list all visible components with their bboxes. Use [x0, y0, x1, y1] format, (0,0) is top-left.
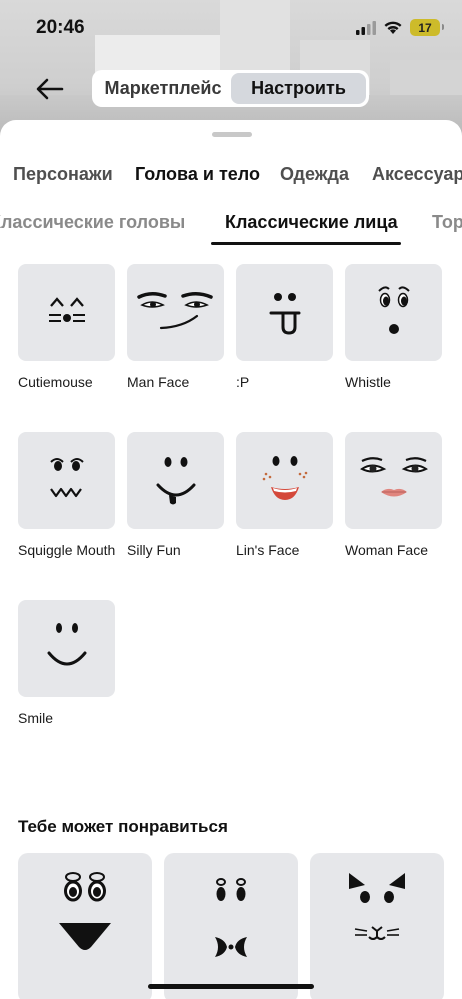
tongue-face-icon	[269, 292, 300, 335]
face-thumbnail	[345, 432, 442, 529]
silly-fun-face-icon	[156, 456, 195, 504]
face-item-silly-fun[interactable]: Silly Fun	[127, 432, 224, 559]
face-item-label: Squiggle Mouth	[18, 542, 116, 558]
face-item-lins-face[interactable]: Lin's Face	[236, 432, 333, 559]
face-item-tongue[interactable]: :P	[236, 264, 333, 391]
face-item-label: Silly Fun	[127, 542, 181, 558]
face-item-label: Cutiemouse	[18, 374, 93, 390]
face-item-label: Lin's Face	[236, 542, 300, 558]
subtab-torsos[interactable]: Торсы	[432, 212, 462, 233]
squiggle-mouth-face-icon	[49, 457, 84, 497]
subtab-classic-faces[interactable]: Классические лица	[225, 212, 398, 233]
sheet-grabber[interactable]	[212, 132, 252, 137]
face-item-label: Woman Face	[345, 542, 428, 558]
cutiemouse-face-icon	[48, 296, 85, 322]
battery-indicator: 17	[410, 19, 444, 36]
arrow-left-icon	[36, 78, 64, 100]
face-thumbnail	[18, 600, 115, 697]
face-item-cutiemouse[interactable]: Cutiemouse	[18, 264, 115, 391]
face-item-label: Smile	[18, 710, 54, 726]
tab-clothing[interactable]: Одежда	[280, 164, 349, 185]
cat-face-icon	[349, 873, 405, 940]
man-face-icon	[136, 291, 213, 329]
face-thumbnail	[127, 264, 224, 361]
category-tabs: Персонажи Голова и тело Одежда Аксессуар…	[0, 164, 462, 192]
face-thumbnail	[18, 432, 115, 529]
face-item-man-face[interactable]: Man Face	[127, 264, 224, 391]
tab-head-and-body[interactable]: Голова и тело	[135, 164, 260, 185]
face-item-label: Man Face	[127, 374, 190, 390]
recommended-section-title: Тебе может понравиться	[18, 817, 228, 836]
bow-face-icon	[215, 878, 247, 957]
status-bar: 20:46 17	[0, 0, 462, 56]
recommended-item-2[interactable]	[164, 853, 298, 999]
back-button[interactable]	[30, 72, 70, 106]
customize-sheet: Персонажи Голова и тело Одежда Аксессуар…	[0, 120, 462, 999]
tab-marketplace[interactable]: Маркетплейс	[95, 73, 231, 104]
active-tab-underline	[211, 242, 401, 245]
face-thumbnail	[236, 432, 333, 529]
status-time: 20:46	[36, 17, 85, 38]
subcategory-tabs: Классические головы Классические лица То…	[0, 212, 462, 246]
tab-accessories[interactable]: Аксессуары	[372, 164, 462, 185]
face-item-smile[interactable]: Smile	[18, 600, 115, 727]
woman-face-icon	[359, 456, 428, 496]
signal-icon	[356, 20, 376, 35]
face-thumbnail	[236, 264, 333, 361]
happy-face-icon	[59, 872, 111, 950]
subtab-classic-heads[interactable]: Классические головы	[0, 212, 185, 233]
face-thumbnail	[127, 432, 224, 529]
tab-characters[interactable]: Персонажи	[13, 164, 113, 185]
status-icons: 17	[356, 19, 444, 36]
face-item-whistle[interactable]: Whistle	[345, 264, 442, 391]
face-item-label: :P	[236, 374, 250, 390]
home-indicator[interactable]	[148, 984, 314, 989]
mode-switch: Маркетплейс Настроить	[92, 70, 369, 107]
battery-level: 17	[418, 20, 432, 35]
face-thumbnail	[345, 264, 442, 361]
face-item-woman-face[interactable]: Woman Face	[345, 432, 442, 559]
recommended-item-1[interactable]	[18, 853, 152, 999]
recommended-item-3[interactable]	[310, 853, 444, 999]
face-item-squiggle-mouth[interactable]: Squiggle Mouth	[18, 432, 115, 559]
smile-face-icon	[47, 622, 86, 665]
tab-customize[interactable]: Настроить	[231, 73, 366, 104]
lins-face-icon	[262, 455, 307, 500]
face-item-label: Whistle	[345, 374, 391, 390]
face-thumbnail	[18, 264, 115, 361]
whistle-face-icon	[377, 285, 410, 334]
wifi-icon	[384, 21, 402, 34]
